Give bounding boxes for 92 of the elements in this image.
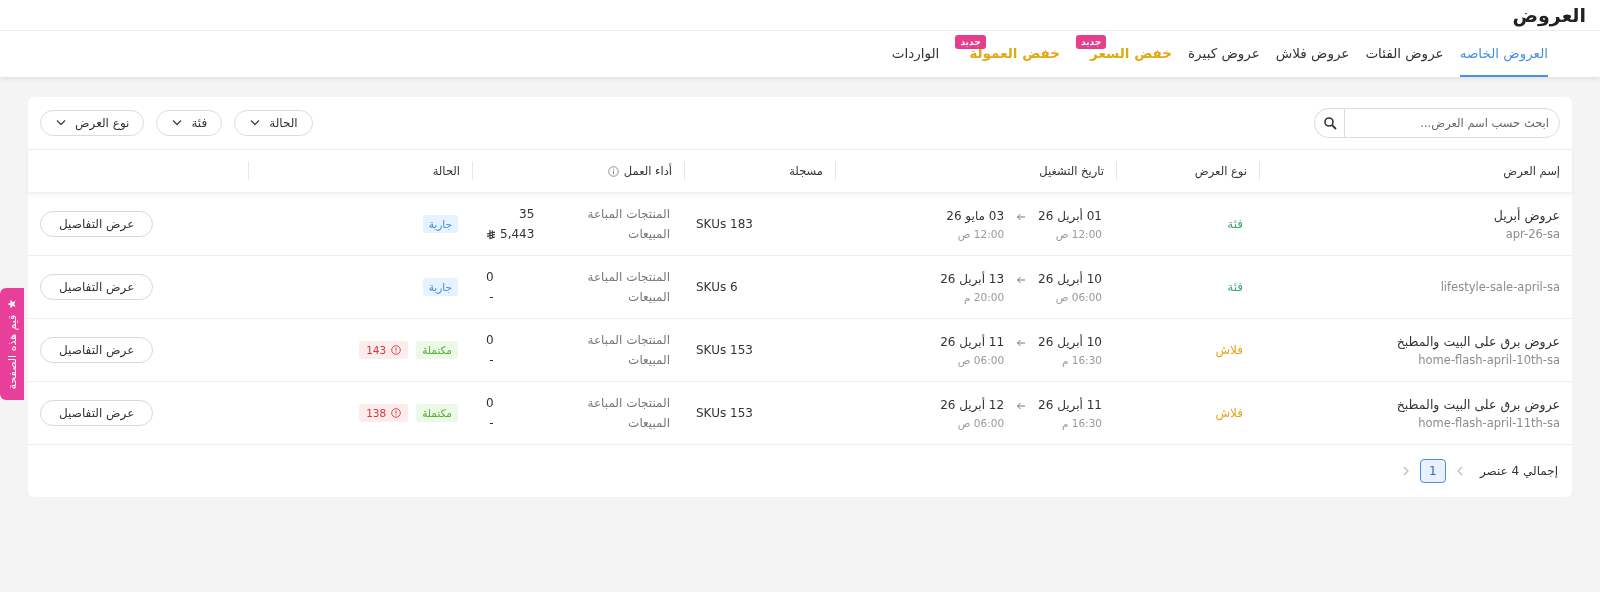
- start-date: 10 أبريل 26: [1038, 271, 1102, 286]
- search-button[interactable]: [1314, 108, 1344, 138]
- alert-icon: [391, 408, 402, 418]
- offer-type: فئة: [1227, 217, 1243, 231]
- column-header: نوع العرض: [1194, 164, 1247, 178]
- filter-dropdown[interactable]: الحالة: [234, 110, 313, 136]
- tab[interactable]: عروض فلاش: [1275, 31, 1350, 77]
- tab[interactable]: عروض الفئات: [1365, 31, 1444, 77]
- metric-value: 35: [519, 207, 535, 221]
- metric-label: المبيعات: [628, 290, 670, 304]
- offer-type: فلاش: [1215, 406, 1243, 420]
- metric-label: المنتجات المباعة: [587, 396, 670, 410]
- offer-name: عروض برق على البيت والمطبخ: [1396, 333, 1560, 349]
- filter-dropdown[interactable]: نوع العرض: [40, 110, 145, 136]
- offer-slug: home-flash-april-11th-sa: [1418, 415, 1560, 430]
- offer-type: فلاش: [1215, 343, 1243, 357]
- alert-icon: [391, 345, 402, 355]
- new-badge: جديد: [955, 35, 986, 49]
- offer-slug: apr-26-sa: [1505, 226, 1560, 241]
- status-badge: مكتملة: [416, 404, 458, 422]
- offer-slug: lifestyle-sale-april-sa: [1440, 280, 1560, 294]
- offer-name: عروض برق على البيت والمطبخ: [1396, 396, 1560, 412]
- metric-label: المنتجات المباعة: [587, 207, 670, 221]
- end-time: 12:00 ص: [957, 227, 1005, 240]
- view-details-button[interactable]: عرض التفاصيل: [40, 274, 154, 300]
- metric-value: 5,443: [500, 227, 535, 241]
- error-count-badge: 138: [359, 404, 409, 422]
- offer-slug: home-flash-april-10th-sa: [1418, 352, 1560, 367]
- status-badge: جارية: [422, 215, 458, 233]
- metric-label: المنتجات المباعة: [587, 333, 670, 347]
- arrow-left-icon: [1016, 338, 1027, 348]
- metric-value: -: [489, 353, 494, 367]
- column-header: أداء العمل: [623, 164, 672, 178]
- end-date: 12 أبريل 26: [940, 397, 1005, 412]
- view-details-button[interactable]: عرض التفاصيل: [40, 400, 154, 426]
- previous-page-button[interactable]: [1455, 466, 1464, 476]
- view-details-button[interactable]: عرض التفاصيل: [40, 337, 154, 363]
- start-date: 10 أبريل 26: [1038, 334, 1102, 349]
- status-badge: جارية: [422, 278, 458, 296]
- sku-count: SKUs 153: [696, 343, 753, 357]
- sku-count: SKUs 153: [696, 406, 753, 420]
- arrow-left-icon: [1016, 275, 1027, 285]
- end-date: 13 أبريل 26: [940, 271, 1005, 286]
- tab[interactable]: الواردات: [891, 31, 940, 77]
- offer-name: عروض أبريل: [1493, 207, 1560, 223]
- metric-value: -: [489, 416, 494, 430]
- status-badge: مكتملة: [416, 341, 458, 359]
- metric-value: 0: [486, 270, 494, 284]
- new-badge: جديد: [1076, 35, 1107, 49]
- metric-label: المبيعات: [628, 353, 670, 367]
- feedback-tab[interactable]: قيم هذه الصفحة: [0, 288, 24, 400]
- total-count: إجمالي 4 عنصر: [1479, 464, 1558, 478]
- start-date: 01 أبريل 26: [1038, 208, 1102, 223]
- chevron-right-icon: [1401, 466, 1410, 476]
- end-time: 06:00 ص: [957, 416, 1005, 429]
- column-header: مسجلة: [789, 164, 823, 178]
- metric-value: 0: [486, 396, 494, 410]
- chevron-left-icon: [1455, 466, 1464, 476]
- end-time: 20:00 م: [963, 290, 1005, 303]
- search-icon: [1322, 116, 1337, 130]
- filter-dropdown[interactable]: فئة: [156, 110, 223, 136]
- column-header: تاريخ التشغيل: [1039, 164, 1104, 178]
- start-time: 16:30 م: [1061, 353, 1102, 366]
- tab[interactable]: خفض السعر جديد: [1076, 31, 1173, 77]
- end-time: 06:00 ص: [957, 353, 1005, 366]
- page-title: العروض: [1512, 3, 1586, 29]
- arrow-left-icon: [1016, 212, 1027, 222]
- error-count-badge: 143: [359, 341, 409, 359]
- start-time: 06:00 ص: [1055, 290, 1102, 303]
- start-time: 12:00 ص: [1055, 227, 1102, 240]
- page-button[interactable]: 1: [1419, 459, 1446, 483]
- tab[interactable]: عروض كبيرة: [1188, 31, 1260, 77]
- offer-type: فئة: [1227, 280, 1243, 294]
- arrow-left-icon: [1016, 401, 1027, 411]
- start-date: 11 أبريل 26: [1038, 397, 1102, 412]
- end-date: 11 أبريل 26: [940, 334, 1005, 349]
- view-details-button[interactable]: عرض التفاصيل: [40, 211, 154, 237]
- start-time: 16:30 م: [1061, 416, 1102, 429]
- tab[interactable]: خفض العمولة جديد: [955, 31, 1061, 77]
- column-header: إسم العرض: [1503, 164, 1560, 178]
- metric-label: المنتجات المباعة: [587, 270, 670, 284]
- star-icon: [7, 298, 17, 309]
- metric-value: -: [489, 290, 494, 304]
- metric-label: المبيعات: [628, 227, 670, 241]
- end-date: 03 مايو 26: [946, 208, 1005, 223]
- sku-count: SKUs 183: [696, 217, 753, 231]
- metric-value: 0: [486, 333, 494, 347]
- search-field[interactable]: ابحث حسب اسم العرض...: [1344, 108, 1560, 138]
- metric-label: المبيعات: [628, 416, 670, 430]
- column-header: الحالة: [432, 164, 460, 178]
- sku-count: SKUs 6: [696, 280, 738, 294]
- next-page-button[interactable]: [1401, 466, 1410, 476]
